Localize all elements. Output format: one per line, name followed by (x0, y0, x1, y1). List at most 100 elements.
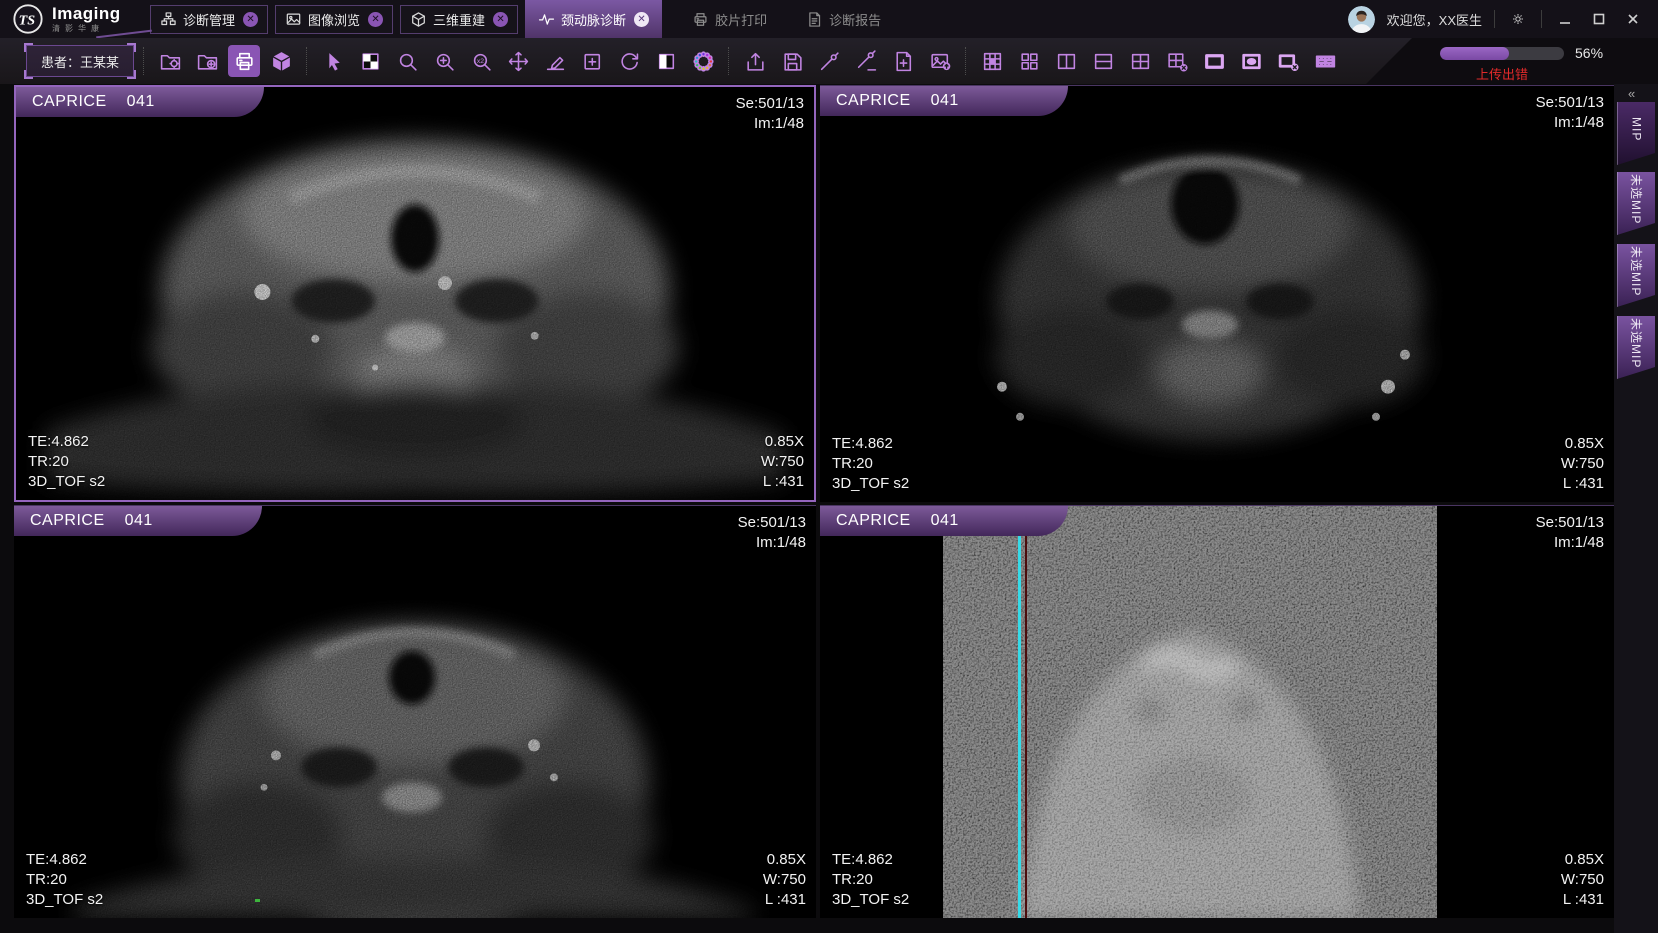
sidebar-tab-mip[interactable]: MIP (1617, 102, 1655, 165)
sidebar-tab-unselected-mip-1[interactable]: 未选MIP (1617, 172, 1655, 235)
reference-line[interactable] (1018, 506, 1021, 918)
brand-subtitle: 清影华康 (52, 25, 121, 33)
settings-gear-icon[interactable] (1507, 8, 1529, 30)
print-icon[interactable] (228, 45, 260, 77)
display-info: 0.85XW:750L :431 (761, 432, 804, 492)
tab-label: 三维重建 (433, 10, 485, 29)
save-icon[interactable] (776, 45, 808, 77)
logo-icon: TS (12, 3, 44, 35)
minimize-icon[interactable] (1554, 8, 1576, 30)
window-level-icon[interactable] (650, 45, 682, 77)
reference-line-shadow (1025, 506, 1027, 918)
divider (306, 47, 308, 75)
divider (1494, 10, 1495, 28)
display-info: 0.85XW:750L :431 (763, 850, 806, 910)
zoom-2x-icon[interactable]: x2 (465, 45, 497, 77)
app-window: TS Imaging 清影华康 诊断管理 ✕ 图像浏览 ✕ (0, 0, 1658, 933)
series-header: CAPRICE 041 (820, 506, 1068, 536)
pan-icon[interactable] (502, 45, 534, 77)
search-icon[interactable] (391, 45, 423, 77)
color-palette-icon[interactable] (687, 45, 719, 77)
user-avatar[interactable] (1348, 6, 1375, 33)
cube-icon (410, 11, 427, 28)
tab-carotid-diagnosis[interactable]: 颈动脉诊断 ✕ (525, 0, 662, 38)
zoom-in-icon[interactable] (428, 45, 460, 77)
split-vertical-icon[interactable] (1050, 45, 1082, 77)
title-bar: TS Imaging 清影华康 诊断管理 ✕ 图像浏览 ✕ (0, 0, 1658, 38)
org-chart-icon (160, 11, 177, 28)
tab-3d-reconstruction[interactable]: 三维重建 ✕ (400, 5, 518, 34)
filmstrip-icon[interactable] (1309, 45, 1341, 77)
shutter-rect-icon[interactable] (1198, 45, 1230, 77)
toolbar-group-view: x2 (317, 45, 719, 77)
close-icon[interactable]: ✕ (243, 12, 258, 27)
divider (728, 47, 730, 75)
grid-3x3-icon[interactable] (976, 45, 1008, 77)
close-window-icon[interactable] (1622, 8, 1644, 30)
app-logo: TS Imaging 清影华康 (0, 3, 150, 35)
viewport-panel-4[interactable]: CAPRICE 041 Se:501/13Im:1/48 TE:4.862TR:… (820, 505, 1614, 918)
device-number: 041 (127, 93, 155, 111)
logo-monogram: TS (19, 13, 36, 29)
tab-film-print: 胶片打印 (683, 5, 776, 34)
shutter-ellipse-icon[interactable] (1235, 45, 1267, 77)
sidebar-tab-unselected-mip-2[interactable]: 未选MIP (1617, 244, 1655, 307)
upload-percent: 56% (1575, 45, 1603, 61)
close-icon[interactable]: ✕ (634, 12, 649, 27)
device-number: 041 (125, 512, 153, 530)
device-name: CAPRICE (836, 92, 911, 110)
open-case-add-icon[interactable] (191, 45, 223, 77)
patient-selector[interactable]: 患者：王某某 (26, 45, 134, 77)
acquisition-info: TE:4.862TR:203D_TOF s2 (28, 432, 105, 492)
acquisition-info: TE:4.862TR:203D_TOF s2 (26, 850, 103, 910)
tab-image-browse[interactable]: 图像浏览 ✕ (275, 5, 393, 34)
upload-error-text[interactable]: 上传出错 (1440, 64, 1564, 83)
series-image-info: Se:501/13Im:1/48 (1536, 93, 1604, 133)
rotate-icon[interactable] (613, 45, 645, 77)
collapse-sidebar-icon[interactable]: « (1628, 86, 1633, 101)
add-region-icon[interactable] (576, 45, 608, 77)
grid-2x2-small-icon[interactable] (1013, 45, 1045, 77)
main-tabs: 诊断管理 ✕ 图像浏览 ✕ 三维重建 ✕ 颈动 (150, 0, 890, 38)
measure-icon[interactable] (539, 45, 571, 77)
shutter-rect-remove-icon[interactable] (1272, 45, 1304, 77)
tab-label: 诊断报告 (829, 10, 881, 29)
close-icon[interactable]: ✕ (493, 12, 508, 27)
tab-diagnosis-management[interactable]: 诊断管理 ✕ (150, 5, 268, 34)
series-header: CAPRICE 041 (14, 506, 262, 536)
checkerboard-layout-icon[interactable] (354, 45, 386, 77)
maximize-icon[interactable] (1588, 8, 1610, 30)
viewport-panel-3[interactable]: CAPRICE 041 Se:501/13Im:1/48 TE:4.862TR:… (14, 505, 816, 918)
probe-remove-icon[interactable] (850, 45, 882, 77)
series-image-info: Se:501/13Im:1/48 (738, 513, 806, 553)
close-icon[interactable]: ✕ (368, 12, 383, 27)
orientation-marker (255, 899, 260, 902)
acquisition-info: TE:4.862TR:203D_TOF s2 (832, 850, 909, 910)
grid-2x2-icon[interactable] (1124, 45, 1156, 77)
device-name: CAPRICE (32, 93, 107, 111)
sidebar-tab-unselected-mip-3[interactable]: 未选MIP (1617, 316, 1655, 379)
open-case-settings-icon[interactable] (154, 45, 186, 77)
report-icon (806, 11, 823, 28)
report-add-icon[interactable] (887, 45, 919, 77)
series-image-info: Se:501/13Im:1/48 (1536, 513, 1604, 553)
mpr-3d-cube-icon[interactable] (265, 45, 297, 77)
probe-icon[interactable] (813, 45, 845, 77)
divider (143, 47, 145, 75)
device-number: 041 (931, 92, 959, 110)
svg-text:x2: x2 (476, 57, 483, 64)
viewport-panel-2[interactable]: CAPRICE 041 Se:501/13Im:1/48 TE:4.862TR:… (820, 85, 1614, 502)
series-image-info: Se:501/13Im:1/48 (736, 94, 804, 134)
divider (965, 47, 967, 75)
viewport-panel-1[interactable]: CAPRICE 041 Se:501/13Im:1/48 TE:4.862TR:… (14, 85, 816, 502)
grid-remove-icon[interactable] (1161, 45, 1193, 77)
upload-status-panel: 56% 上传出错 (1366, 38, 1658, 84)
split-horizontal-icon[interactable] (1087, 45, 1119, 77)
export-up-icon[interactable] (739, 45, 771, 77)
upload-progress-bar (1440, 47, 1564, 60)
image-export-icon[interactable] (924, 45, 956, 77)
cursor-icon[interactable] (317, 45, 349, 77)
series-header: CAPRICE 041 (16, 87, 264, 117)
tab-label: 诊断管理 (183, 10, 235, 29)
image-icon (285, 11, 302, 28)
